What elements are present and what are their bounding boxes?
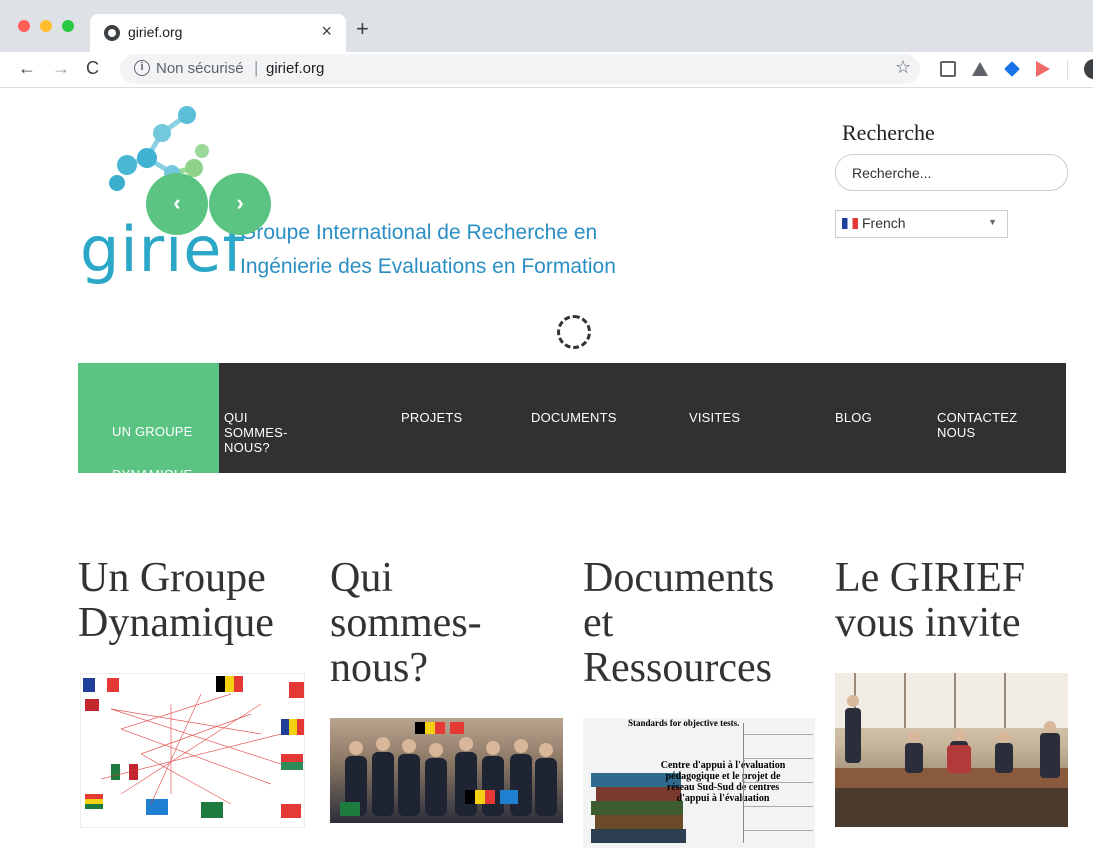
web-page: girief Groupe International de Recherche… xyxy=(0,88,1093,848)
chevron-down-icon: ▼ xyxy=(988,217,997,227)
browser-toolbar: ← → C i Non sécurisé | girief.org ☆ xyxy=(0,52,1093,88)
forward-arrow-icon[interactable]: → xyxy=(52,58,70,79)
meeting-room-graphic xyxy=(835,673,1068,827)
close-window-icon[interactable] xyxy=(18,20,30,32)
slider-next-button[interactable]: › xyxy=(209,173,271,235)
search-input[interactable] xyxy=(835,154,1068,191)
tab-title: girief.org xyxy=(128,24,183,40)
column-un-groupe: Un Groupe Dynamique xyxy=(78,556,310,646)
nav-label: VISITES xyxy=(689,410,741,425)
nav-item-un-groupe-dynamique[interactable]: UN GROUPE DYNAMIQUE xyxy=(78,363,219,482)
maximize-window-icon[interactable] xyxy=(62,20,74,32)
url-separator: | xyxy=(254,58,259,77)
column-documents: Documents et Ressources xyxy=(583,556,815,691)
nav-label: DOCUMENTS xyxy=(531,410,617,425)
search-heading: Recherche xyxy=(842,120,935,145)
column-qui-sommes-nous: Qui sommes-nous? xyxy=(330,556,562,691)
back-arrow-icon[interactable]: ← xyxy=(18,58,36,79)
tagline-line-2: Ingénierie des Evaluations en Formation xyxy=(240,255,616,278)
new-tab-button[interactable]: + xyxy=(356,18,369,40)
browser-tabbar: girief.org × + xyxy=(0,0,1093,56)
security-label: Non sécurisé xyxy=(156,60,244,77)
url-text[interactable]: girief.org xyxy=(266,60,324,77)
toolbar-divider xyxy=(1067,60,1068,80)
site-tagline: Groupe International de Recherche en Ing… xyxy=(240,216,616,284)
nav-label: QUI SOMMES-NOUS? xyxy=(224,410,288,455)
drive-extension-icon[interactable] xyxy=(972,62,988,76)
meeting-room-image[interactable] xyxy=(835,673,1068,827)
nav-label: PROJETS xyxy=(401,410,463,425)
red-extension-icon[interactable] xyxy=(1036,61,1050,77)
column-title[interactable]: Documents et Ressources xyxy=(583,556,793,691)
nav-label: CONTACTEZ NOUS xyxy=(937,410,1018,440)
info-icon[interactable]: i xyxy=(134,60,150,76)
france-flag-icon xyxy=(842,218,858,229)
nav-label: UN GROUPE DYNAMIQUE xyxy=(112,424,193,482)
language-select[interactable]: French ▼ xyxy=(835,210,1008,238)
nav-label: BLOG xyxy=(835,410,872,425)
gmail-extension-icon[interactable] xyxy=(940,61,956,77)
slider-prev-button[interactable]: ‹ xyxy=(146,173,208,235)
column-title[interactable]: Un Groupe Dynamique xyxy=(78,556,298,646)
network-map-image[interactable] xyxy=(80,673,305,828)
minimize-window-icon[interactable] xyxy=(40,20,52,32)
tagline-line-1: Groupe International de Recherche en xyxy=(240,221,598,244)
profile-avatar[interactable] xyxy=(1084,59,1093,79)
reload-icon[interactable]: C xyxy=(86,58,99,79)
language-value: French xyxy=(862,215,906,231)
column-le-girief: Le GIRIEF vous invite xyxy=(835,556,1067,646)
docs-heading: Standards for objective tests. xyxy=(628,718,740,728)
loading-spinner-icon xyxy=(557,315,591,349)
documents-image[interactable]: Standards for objective tests. Centre d'… xyxy=(583,718,815,848)
main-navigation: UN GROUPE DYNAMIQUE QUI SOMMES-NOUS? PRO… xyxy=(78,363,1066,482)
group-photo-image[interactable] xyxy=(330,718,563,823)
blue-extension-icon[interactable] xyxy=(1004,61,1020,77)
docs-table-graphic xyxy=(743,723,813,843)
network-map-graphic xyxy=(83,676,304,818)
close-tab-icon[interactable]: × xyxy=(321,21,332,42)
column-title[interactable]: Le GIRIEF vous invite xyxy=(835,556,1045,646)
globe-icon xyxy=(104,25,120,41)
column-title[interactable]: Qui sommes-nous? xyxy=(330,556,510,691)
bookmark-star-icon[interactable]: ☆ xyxy=(895,57,911,78)
group-photo-graphic xyxy=(340,722,557,816)
address-bar[interactable]: i Non sécurisé | girief.org xyxy=(120,54,920,84)
browser-tab[interactable]: girief.org × xyxy=(90,14,346,56)
